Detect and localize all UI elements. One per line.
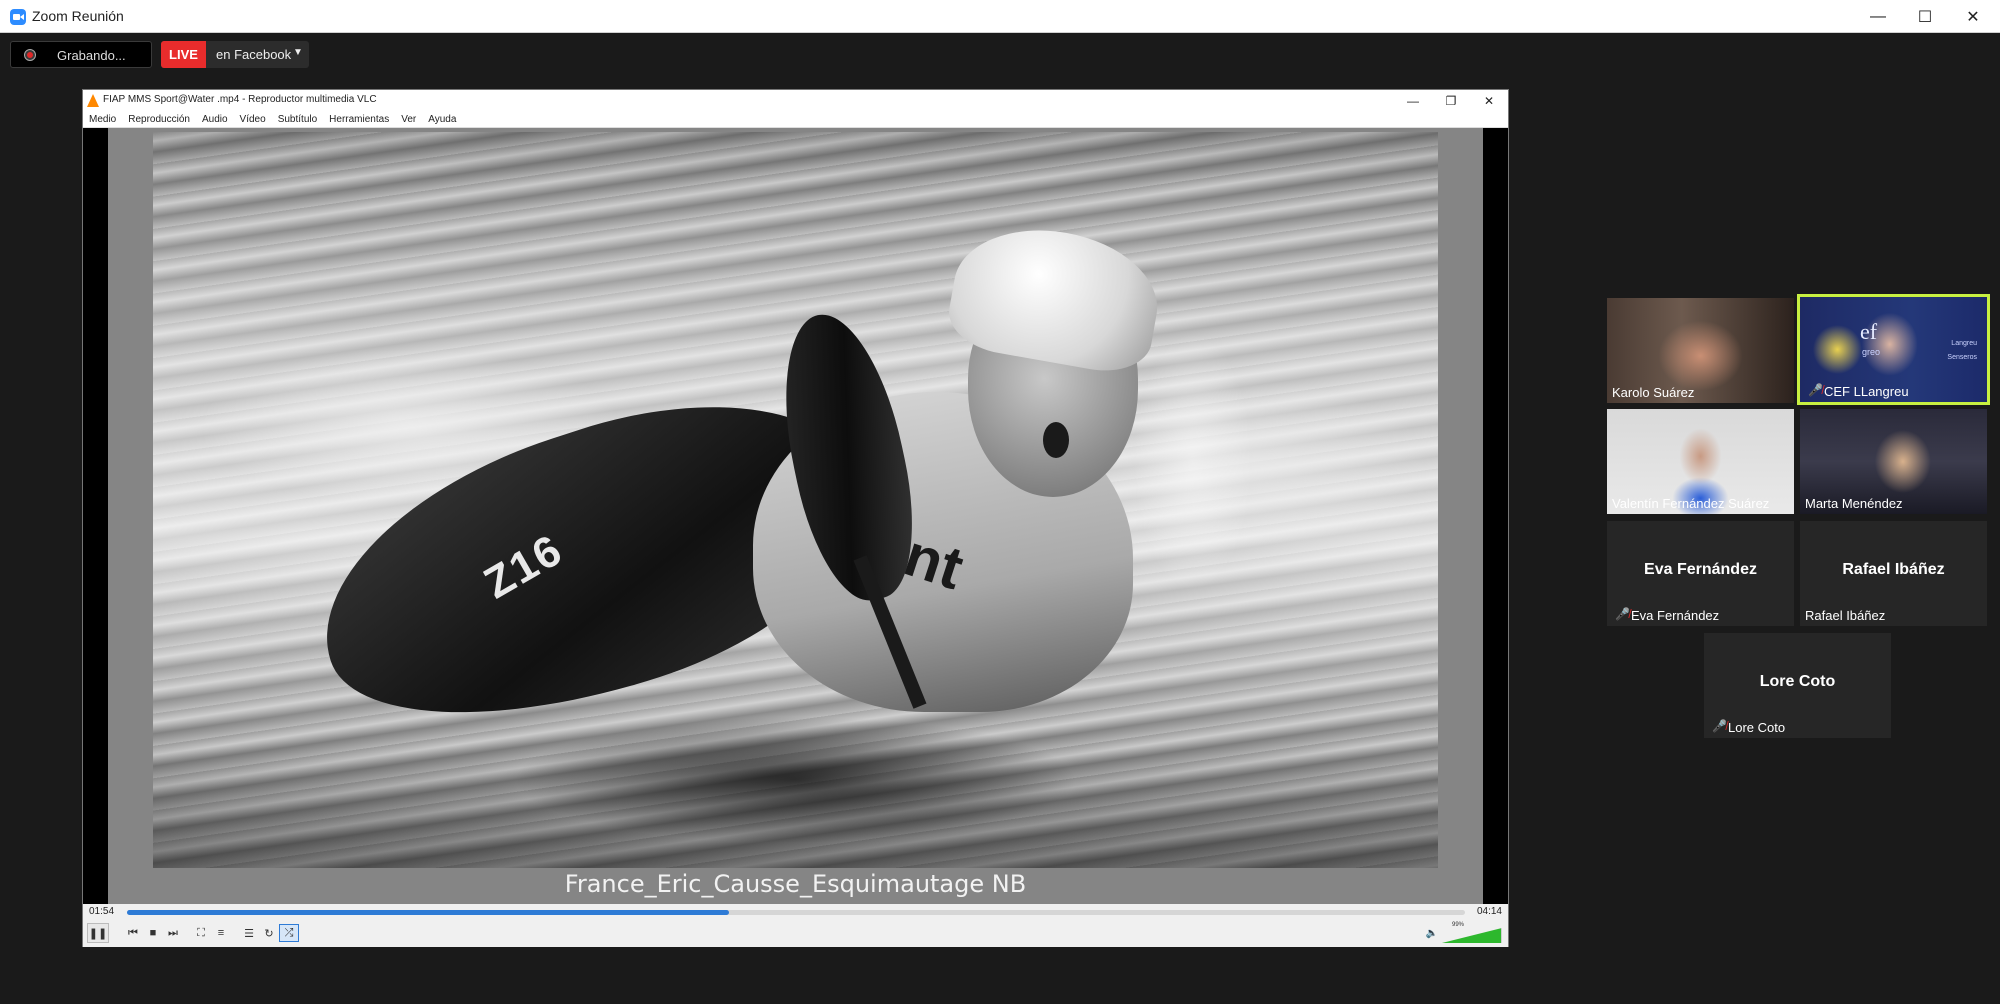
photo-caption: France_Eric_Causse_Esquimautage NB <box>564 870 1027 898</box>
recording-label: Grabando... <box>57 48 126 63</box>
playlist-icon[interactable]: ☰ <box>239 924 259 942</box>
presentation-slide: Z16 ent France_Eric_Causse_Esquimautage … <box>108 128 1483 904</box>
water-splash <box>1133 332 1253 592</box>
paddler-mouth <box>1043 422 1069 458</box>
seek-progress <box>127 910 730 915</box>
participant-tile[interactable]: Lore Coto 🎤̸ Lore Coto <box>1704 633 1891 738</box>
extended-settings-icon[interactable]: ≡ <box>211 924 231 942</box>
live-target-label: en Facebook <box>216 47 292 62</box>
participant-tile[interactable]: Karolo Suárez <box>1607 298 1794 403</box>
menu-reproduccion[interactable]: Reproducción <box>122 111 196 127</box>
virtual-background-logo: ef <box>1860 319 1878 344</box>
participant-name: Eva Fernández <box>1631 608 1720 623</box>
vlc-controls: 01:54 04:14 ❚❚ ⏮ ■ ⏭ ⛶ ≡ ☰ ↻ ⤮ 🔈 99% <box>83 904 1508 947</box>
menu-ayuda[interactable]: Ayuda <box>422 111 462 127</box>
minimize-button[interactable]: — <box>1855 0 1901 33</box>
vlc-titlebar: FIAP MMS Sport@Water .mp4 - Reproductor … <box>83 90 1508 111</box>
menu-medio[interactable]: Medio <box>83 111 122 127</box>
participant-name: Marta Menéndez <box>1805 496 1903 511</box>
participant-display-name: Eva Fernández <box>1644 561 1757 578</box>
shuffle-icon[interactable]: ⤮ <box>279 924 299 942</box>
previous-icon[interactable]: ⏮ <box>123 924 143 942</box>
menu-herramientas[interactable]: Herramientas <box>323 111 395 127</box>
zoom-app-icon <box>10 9 26 25</box>
live-badge: LIVE <box>161 41 206 68</box>
participant-display-name: Lore Coto <box>1759 673 1836 690</box>
zoom-titlebar: Zoom Reunión — ☐ ✕ <box>0 0 2000 33</box>
participant-name: CEF LLangreu <box>1824 384 1909 399</box>
mic-muted-icon: 🎤̸ <box>1712 719 1727 733</box>
participant-name: Rafael Ibáñez <box>1805 608 1886 623</box>
window-title: Zoom Reunión <box>32 8 124 24</box>
volume-percent: 99% <box>1451 922 1464 928</box>
mic-muted-icon: 🎤̸ <box>1615 607 1630 621</box>
participant-name: Lore Coto <box>1728 720 1786 735</box>
menu-audio[interactable]: Audio <box>196 111 234 127</box>
participant-tile[interactable]: Valentín Fernández Suárez <box>1607 409 1794 514</box>
vlc-close-button[interactable]: ✕ <box>1474 92 1504 109</box>
vlc-minimize-button[interactable]: — <box>1398 92 1428 109</box>
vlc-window-title: FIAP MMS Sport@Water .mp4 - Reproductor … <box>103 94 377 105</box>
participant-tile[interactable]: Eva Fernández 🎤̸ Eva Fernández <box>1607 521 1794 626</box>
menu-subtitulo[interactable]: Subtítulo <box>272 111 323 127</box>
seek-bar[interactable] <box>127 910 1465 915</box>
stop-icon[interactable]: ■ <box>143 924 163 942</box>
virtual-background-text: Langreu Senseros <box>1947 340 1977 361</box>
volume-slider[interactable] <box>1442 928 1502 943</box>
vlc-cone-icon <box>87 94 99 107</box>
vlc-window: FIAP MMS Sport@Water .mp4 - Reproductor … <box>82 89 1509 947</box>
time-total: 04:14 <box>1476 906 1502 917</box>
pause-button[interactable]: ❚❚ <box>87 923 109 943</box>
participant-tile[interactable]: Marta Menéndez <box>1800 409 1987 514</box>
next-icon[interactable]: ⏭ <box>163 924 183 942</box>
vlc-menubar: Medio Reproducción Audio Vídeo Subtítulo… <box>83 111 1508 128</box>
participant-name: Karolo Suárez <box>1612 385 1695 400</box>
participant-display-name: Rafael Ibáñez <box>1842 561 1945 578</box>
live-stream-indicator[interactable]: LIVE en Facebook ▼ <box>161 41 309 68</box>
kayak-photo: Z16 ent <box>153 132 1438 868</box>
time-elapsed: 01:54 <box>89 906 115 917</box>
menu-video[interactable]: Vídeo <box>234 111 272 127</box>
loop-icon[interactable]: ↻ <box>259 924 279 942</box>
participant-name: Valentín Fernández Suárez <box>1612 496 1770 511</box>
record-icon <box>24 49 36 61</box>
volume-level <box>1442 928 1502 943</box>
chevron-down-icon[interactable]: ▼ <box>293 47 303 58</box>
participant-tile[interactable]: Rafael Ibáñez Rafael Ibáñez <box>1800 521 1987 626</box>
close-button[interactable]: ✕ <box>1950 0 1996 33</box>
fullscreen-icon[interactable]: ⛶ <box>191 924 211 942</box>
video-area[interactable]: Z16 ent France_Eric_Causse_Esquimautage … <box>83 128 1508 904</box>
virtual-background-subtitle: greo <box>1862 347 1881 357</box>
participant-tile-active[interactable]: ef greo Langreu Senseros 🎤̸ CEF LLangreu <box>1797 294 1990 405</box>
speaker-icon[interactable]: 🔈 <box>1426 928 1438 939</box>
recording-indicator[interactable]: Grabando... <box>10 41 152 68</box>
vlc-restore-button[interactable]: ❐ <box>1436 92 1466 109</box>
mic-muted-icon: 🎤̸ <box>1808 383 1823 397</box>
maximize-button[interactable]: ☐ <box>1902 0 1948 33</box>
menu-ver[interactable]: Ver <box>395 111 422 127</box>
